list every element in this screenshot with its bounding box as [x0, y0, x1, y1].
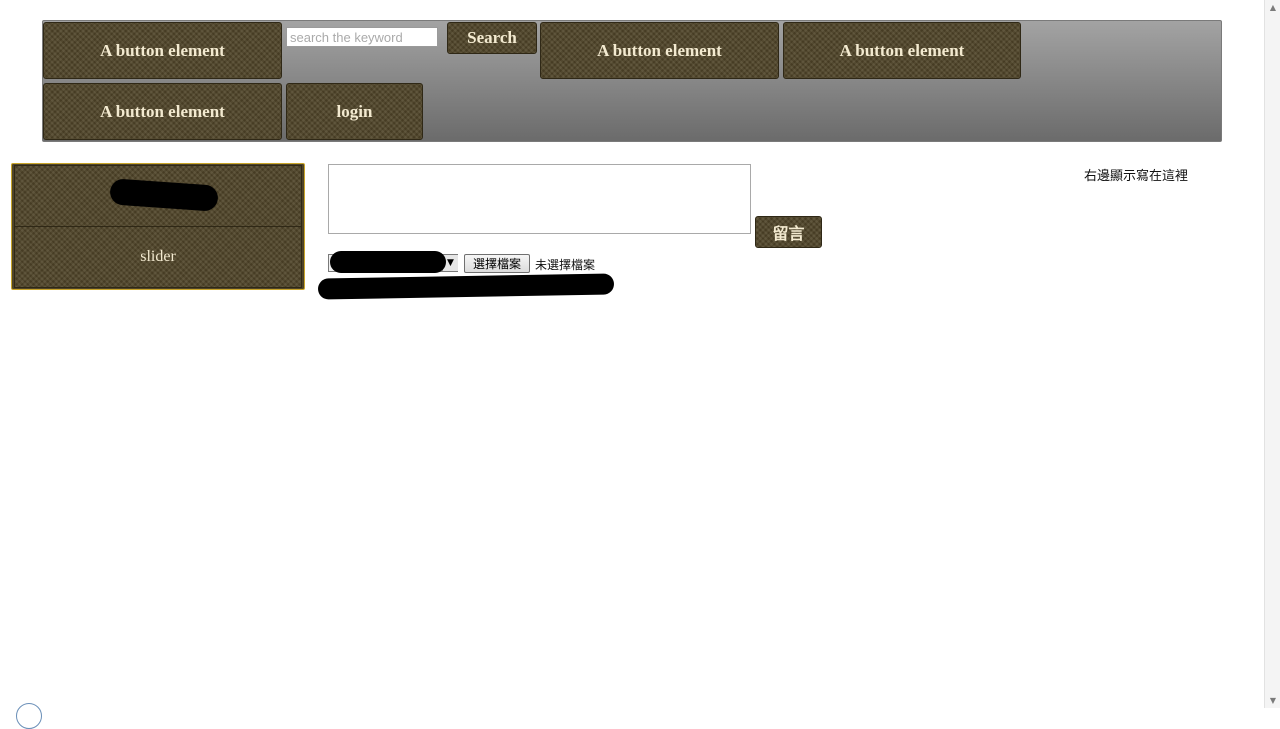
login-button[interactable]: login	[286, 83, 423, 140]
file-status-text: 未選擇檔案	[535, 258, 596, 272]
choose-file-button[interactable]: 選擇檔案	[464, 254, 530, 273]
redaction-mark	[317, 273, 615, 300]
scroll-up-arrow-icon[interactable]: ▲	[1265, 0, 1280, 14]
comment-textarea[interactable]	[328, 164, 751, 234]
browser-corner-icon	[16, 703, 42, 729]
sidebar-item-slider[interactable]: slider	[14, 226, 302, 288]
search-input[interactable]	[286, 27, 438, 47]
sidebar-item-label: slider	[140, 248, 176, 265]
redaction-mark	[330, 251, 446, 273]
nav-button-1[interactable]: A button element	[43, 22, 282, 79]
nav-button-2[interactable]: A button element	[540, 22, 779, 79]
vertical-scrollbar[interactable]: ▲ ▼	[1264, 0, 1280, 708]
scroll-down-arrow-icon[interactable]: ▼	[1265, 693, 1280, 707]
comment-submit-button[interactable]: 留言	[755, 216, 822, 248]
nav-button-3[interactable]: A button element	[783, 22, 1021, 79]
search-button[interactable]: Search	[447, 22, 537, 54]
nav-button-4[interactable]: A button element	[43, 83, 282, 140]
right-panel-text: 右邊顯示寫在這裡	[1084, 169, 1189, 184]
